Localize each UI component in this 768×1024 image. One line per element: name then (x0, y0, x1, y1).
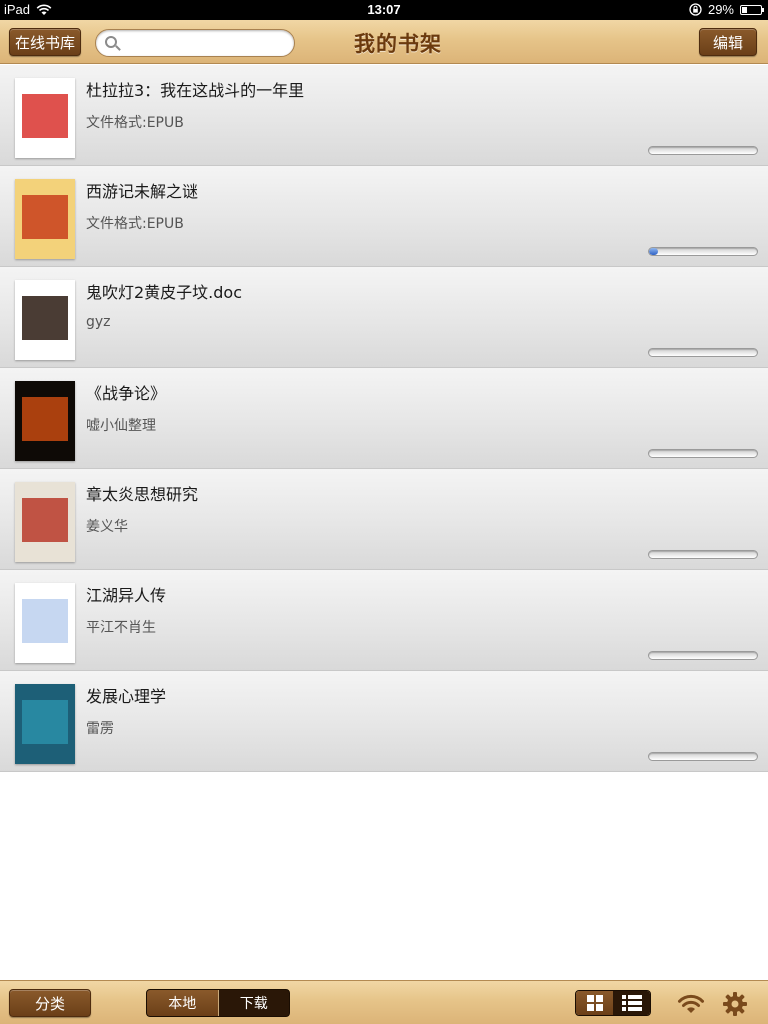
reading-progress-bar (648, 247, 758, 256)
book-cover[interactable] (15, 482, 75, 562)
status-bar: iPad 13:07 29% (0, 0, 768, 20)
search-input[interactable] (122, 33, 287, 53)
view-mode-control (575, 990, 651, 1016)
book-subtitle: 姜义华 (86, 519, 128, 535)
book-title: 章太炎思想研究 (86, 485, 199, 504)
gear-icon[interactable] (722, 991, 748, 1017)
wifi-transfer-icon[interactable] (676, 993, 706, 1015)
book-cover[interactable] (15, 78, 75, 158)
book-subtitle: 嘘小仙整理 (86, 418, 156, 434)
battery-percent: 29% (707, 2, 734, 17)
book-title: 西游记未解之谜 (86, 182, 199, 201)
orientation-lock-icon (689, 3, 702, 16)
top-toolbar: 在线书库 我的书架 编辑 (0, 20, 768, 64)
book-subtitle: gyz (86, 314, 111, 330)
search-icon (105, 36, 117, 48)
book-subtitle: 平江不肖生 (86, 620, 156, 636)
battery-icon (740, 4, 764, 15)
book-cover[interactable] (15, 583, 75, 663)
book-title: 江湖异人传 (86, 586, 167, 605)
book-list: 杜拉拉3：我在这战斗的一年里 文件格式:EPUB 西游记未解之谜 文件格式:EPUB 鬼… (0, 65, 768, 772)
source-segmented-control: 本地 下载 (146, 989, 290, 1017)
reading-progress-bar (648, 752, 758, 761)
reading-progress-bar (648, 550, 758, 559)
cover-art (22, 94, 68, 138)
online-library-button[interactable]: 在线书库 (9, 28, 81, 56)
book-title: 发展心理学 (86, 687, 167, 706)
book-title: 杜拉拉3：我在这战斗的一年里 (86, 81, 305, 100)
category-button[interactable]: 分类 (9, 989, 91, 1017)
bottom-toolbar: 分类 本地 下载 (0, 980, 768, 1024)
grid-view-button[interactable] (576, 991, 613, 1015)
cover-art (22, 397, 68, 441)
battery-level (742, 6, 748, 13)
book-row[interactable]: 鬼吹灯2黄皮子坟.doc gyz (0, 267, 768, 368)
reading-progress-fill (649, 248, 658, 255)
book-cover[interactable] (15, 280, 75, 360)
book-subtitle: 文件格式:EPUB (86, 216, 184, 232)
list-view-button[interactable] (613, 991, 650, 1015)
cover-art (22, 498, 68, 542)
book-row[interactable]: 江湖异人传平江不肖生 (0, 570, 768, 671)
book-title: 鬼吹灯2黄皮子坟.doc (86, 283, 243, 302)
book-row[interactable]: 章太炎思想研究 姜义华 (0, 469, 768, 570)
book-row[interactable]: 杜拉拉3：我在这战斗的一年里 文件格式:EPUB (0, 65, 768, 166)
reading-progress-bar (648, 146, 758, 155)
status-right: 29% (689, 2, 764, 17)
grid-icon (586, 995, 603, 1011)
reading-progress-bar (648, 348, 758, 357)
cover-art (22, 700, 68, 744)
page-title: 我的书架 (354, 32, 442, 56)
book-row[interactable]: 西游记未解之谜 文件格式:EPUB (0, 166, 768, 267)
reading-progress-bar (648, 449, 758, 458)
book-cover[interactable] (15, 179, 75, 259)
status-time: 13:07 (367, 2, 401, 17)
book-row[interactable]: 《战争论》嘘小仙整理 (0, 368, 768, 469)
tab-download[interactable]: 下载 (219, 990, 290, 1016)
book-cover[interactable] (15, 684, 75, 764)
search-field[interactable] (95, 29, 295, 57)
cover-art (22, 195, 68, 239)
book-subtitle: 文件格式:EPUB (86, 115, 184, 131)
book-cover[interactable] (15, 381, 75, 461)
cover-art (22, 296, 68, 340)
edit-button[interactable]: 编辑 (699, 28, 757, 56)
book-subtitle: 雷雳 (86, 721, 114, 737)
book-row[interactable]: 发展心理学 雷雳 (0, 671, 768, 772)
list-icon (621, 995, 642, 1011)
book-title: 《战争论》 (86, 384, 167, 403)
cover-art (22, 599, 68, 643)
reading-progress-bar (648, 651, 758, 660)
tab-local[interactable]: 本地 (147, 990, 218, 1016)
